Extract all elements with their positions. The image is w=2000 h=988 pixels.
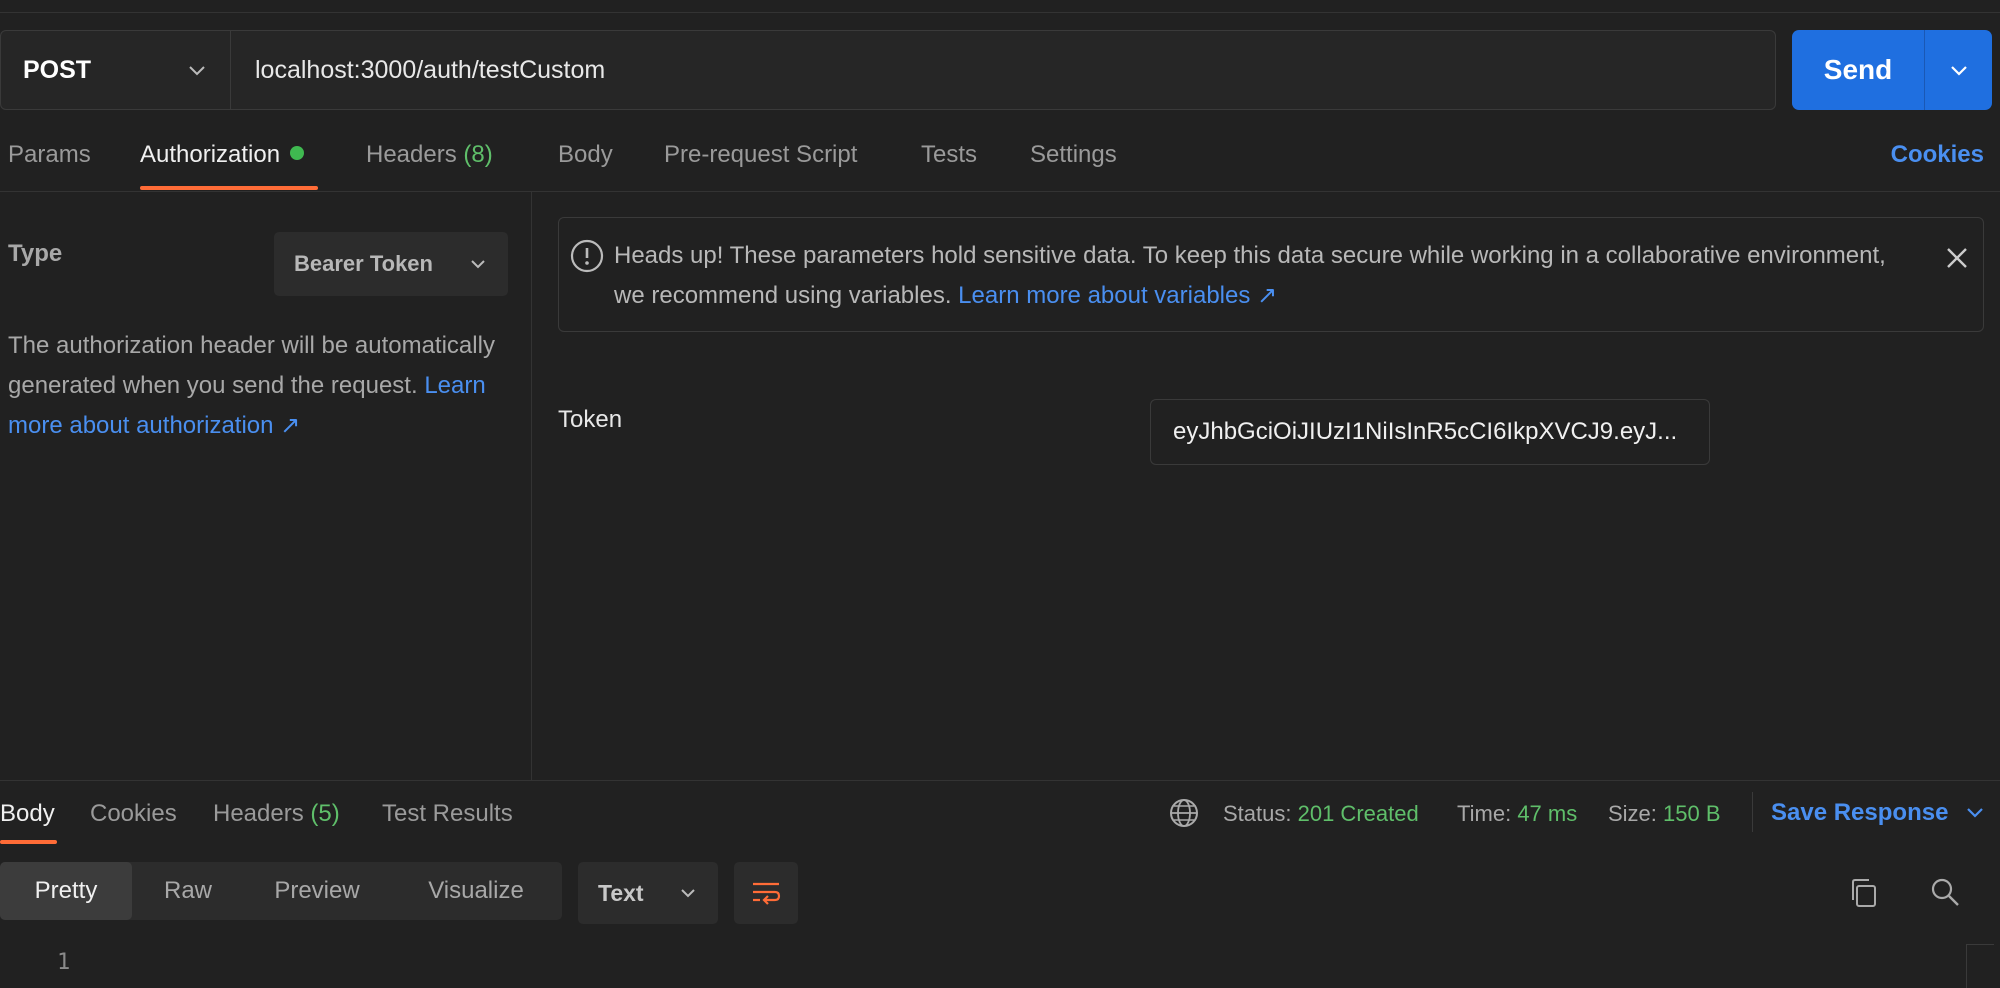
token-value: eyJhbGciOiJIUzI1NiIsInR5cCI6IkpXVCJ9.eyJ… xyxy=(1173,418,1678,445)
tab-label: Cookies xyxy=(90,800,177,827)
active-response-tab-underline xyxy=(0,840,57,844)
send-button-group: Send xyxy=(1792,30,1992,110)
method-label: POST xyxy=(23,55,92,84)
chevron-down-icon[interactable] xyxy=(1963,800,1987,824)
response-tab-body[interactable]: Body xyxy=(0,800,55,828)
tab-label: Tests xyxy=(921,141,978,168)
status-value: 201 Created xyxy=(1297,801,1419,826)
view-pretty[interactable]: Pretty xyxy=(0,862,132,920)
tab-count: (8) xyxy=(463,141,493,168)
response-tab-test-results[interactable]: Test Results xyxy=(382,800,513,828)
size-label: Size: xyxy=(1608,801,1657,826)
format-value: Text xyxy=(598,879,644,906)
tab-label: Body xyxy=(0,800,55,827)
active-tab-underline xyxy=(140,186,318,190)
tab-label: Test Results xyxy=(382,800,513,827)
tab-params[interactable]: Params xyxy=(8,141,91,169)
response-tab-headers[interactable]: Headers (5) xyxy=(213,800,340,828)
response-divider[interactable] xyxy=(0,780,2000,781)
response-tab-cookies[interactable]: Cookies xyxy=(90,800,177,828)
tab-count: (5) xyxy=(310,800,340,827)
line-number: 1 xyxy=(57,950,71,975)
time-label: Time: xyxy=(1457,801,1512,826)
token-input[interactable]: eyJhbGciOiJIUzI1NiIsInR5cCI6IkpXVCJ9.eyJ… xyxy=(1150,399,1710,465)
tab-settings[interactable]: Settings xyxy=(1030,141,1117,169)
auth-type-select[interactable]: Bearer Token xyxy=(274,232,508,296)
tab-label: Pre-request Script xyxy=(664,141,858,168)
tab-label: Headers xyxy=(366,141,457,168)
auth-description: The authorization header will be automat… xyxy=(8,326,518,446)
copy-icon[interactable] xyxy=(1847,876,1881,910)
top-strip xyxy=(0,0,2000,13)
globe-icon[interactable] xyxy=(1168,797,1200,829)
view-visualize[interactable]: Visualize xyxy=(390,862,562,920)
scrollbar[interactable] xyxy=(1966,944,1994,988)
divider xyxy=(1752,792,1753,832)
request-tabs: Params Authorization Headers (8) Body Pr… xyxy=(0,135,2000,192)
tab-label: Settings xyxy=(1030,141,1117,168)
response-size: Size: 150 B xyxy=(1608,801,1721,827)
alert-message: Heads up! These parameters hold sensitiv… xyxy=(614,236,1904,316)
send-button[interactable]: Send xyxy=(1792,30,1925,110)
chevron-down-icon xyxy=(1950,66,1967,76)
tab-label: Params xyxy=(8,141,91,168)
method-select[interactable]: POST xyxy=(1,31,231,109)
close-icon[interactable] xyxy=(1941,242,1973,274)
cookies-link[interactable]: Cookies xyxy=(1891,141,1984,169)
tab-tests[interactable]: Tests xyxy=(921,141,977,169)
url-input[interactable]: localhost:3000/auth/testCustom xyxy=(231,31,1775,109)
save-response-button[interactable]: Save Response xyxy=(1771,799,1948,827)
auth-type-label: Type xyxy=(8,240,63,267)
size-value: 150 B xyxy=(1663,801,1721,826)
url-text: localhost:3000/auth/testCustom xyxy=(255,55,606,84)
auth-type-value: Bearer Token xyxy=(294,251,433,276)
chevron-down-icon xyxy=(189,66,205,76)
response-view-selector: Pretty Raw Preview Visualize xyxy=(0,862,562,920)
token-label: Token xyxy=(558,406,623,433)
auth-type-pane: Type Bearer Token The authorization head… xyxy=(0,192,532,780)
postman-window: POST localhost:3000/auth/testCustom Send… xyxy=(0,0,2000,988)
learn-more-variables-link[interactable]: Learn more about variables ↗ xyxy=(958,282,1277,309)
time-value: 47 ms xyxy=(1517,801,1578,826)
tab-label: Headers xyxy=(213,800,304,827)
tab-pre-request-script[interactable]: Pre-request Script xyxy=(664,141,857,169)
response-status: Status: 201 Created xyxy=(1223,801,1419,827)
search-icon[interactable] xyxy=(1929,876,1961,908)
request-bar: POST localhost:3000/auth/testCustom xyxy=(0,30,1776,110)
tab-label: Authorization xyxy=(140,141,281,168)
tab-label: Body xyxy=(558,141,613,168)
wrap-icon xyxy=(753,882,781,905)
view-raw[interactable]: Raw xyxy=(132,862,244,920)
send-options-button[interactable] xyxy=(1925,30,1992,110)
tab-body[interactable]: Body xyxy=(558,141,613,169)
sensitive-data-alert: Heads up! These parameters hold sensitiv… xyxy=(558,217,1984,332)
view-preview[interactable]: Preview xyxy=(244,862,390,920)
tab-authorization[interactable]: Authorization xyxy=(140,141,305,169)
response-time: Time: 47 ms xyxy=(1457,801,1577,827)
status-label: Status: xyxy=(1223,801,1292,826)
wrap-lines-button[interactable] xyxy=(734,862,798,924)
alert-icon xyxy=(570,239,604,273)
tab-headers[interactable]: Headers (8) xyxy=(366,141,493,169)
format-select[interactable]: Text xyxy=(578,862,718,924)
active-indicator-dot xyxy=(290,146,305,160)
chevron-down-icon xyxy=(681,889,695,898)
auth-description-text: The authorization header will be automat… xyxy=(8,332,495,399)
chevron-down-icon xyxy=(471,260,485,269)
